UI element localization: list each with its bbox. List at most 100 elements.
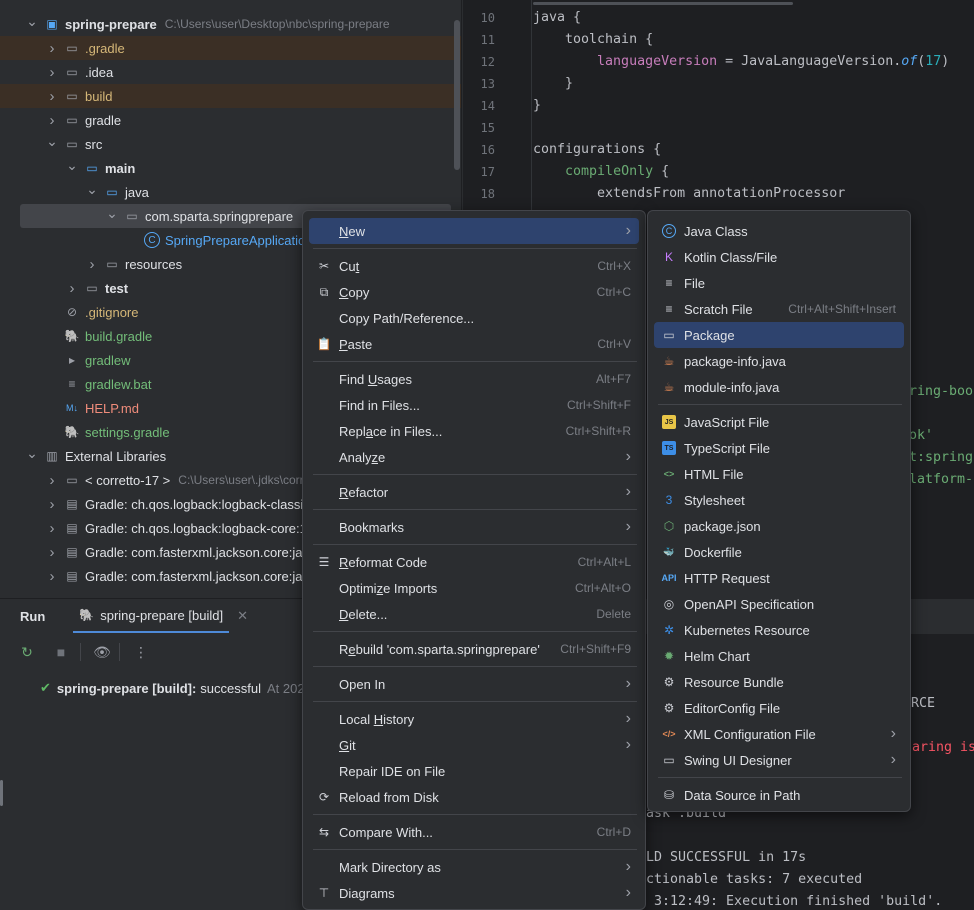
reload-icon: ⟳ [318,790,330,804]
chevron-right-icon[interactable]: › [44,520,60,537]
build-result-row[interactable]: ✔ spring-prepare [build]: successful At … [40,677,316,699]
menu-item-scratch-file[interactable]: ≡ Scratch File Ctrl+Alt+Shift+Insert [654,296,904,322]
chevron-right-icon[interactable]: › [44,40,60,57]
chevron-right-icon[interactable]: › [84,256,100,273]
code-line[interactable]: compileOnly { [533,161,669,183]
menu-item-new[interactable]: New › [309,218,639,244]
tree-row[interactable]: ⌄ ▭ main [0,156,461,180]
code-line[interactable]: toolchain { [533,29,653,51]
code-fragment: ring-boo [909,384,974,399]
code-line[interactable]: java { [533,7,581,29]
menu-item-package-info-java[interactable]: ☕ package-info.java [654,348,904,374]
tree-item-label: HELP.md [85,400,139,416]
stop-icon[interactable]: ■ [48,639,74,665]
tree-row[interactable]: › ▭ .idea [0,60,461,84]
menu-item-copy[interactable]: ⧉ Copy Ctrl+C [309,279,639,305]
menu-item-reformat-code[interactable]: ☰ Reformat Code Ctrl+Alt+L [309,549,639,575]
chevron-right-icon: › [625,884,631,901]
code-line[interactable]: languageVersion = JavaLanguageVersion.of… [533,51,949,73]
tree-row[interactable]: › ▭ .gradle [0,36,461,60]
run-config-tab[interactable]: 🐘 spring-prepare [build] [73,599,230,633]
close-tab-icon[interactable]: ✕ [237,608,248,624]
chevron-right-icon[interactable]: › [44,112,60,129]
menu-item-label: Kubernetes Resource [684,622,810,638]
menu-item-file[interactable]: ≡ File [654,270,904,296]
menu-item-http-request[interactable]: API HTTP Request [654,565,904,591]
menu-item-repair-ide-on-file[interactable]: Repair IDE on File [309,758,639,784]
menu-item-java-class[interactable]: C Java Class [654,218,904,244]
menu-item-copy-path-reference[interactable]: Copy Path/Reference... [309,305,639,331]
menu-item-editorconfig-file[interactable]: ⚙ EditorConfig File [654,695,904,721]
menu-item-helm-chart[interactable]: ✹ Helm Chart [654,643,904,669]
menu-item-bookmarks[interactable]: Bookmarks › [309,514,639,540]
menu-item-resource-bundle[interactable]: ⚙ Resource Bundle [654,669,904,695]
chevron-down-icon[interactable]: ⌄ [44,133,60,149]
menu-item-analyze[interactable]: Analyze › [309,444,639,470]
menu-item-find-usages[interactable]: Find Usages Alt+F7 [309,366,639,392]
chevron-down-icon[interactable]: ⌄ [84,181,100,197]
menu-item-typescript-file[interactable]: TS TypeScript File [654,435,904,461]
context-menu: New › ✂ Cut Ctrl+X ⧉ Copy Ctrl+C Copy Path/Refer… [302,210,646,910]
menu-item-kubernetes-resource[interactable]: ✲ Kubernetes Resource [654,617,904,643]
chevron-down-icon[interactable]: ⌄ [24,13,40,29]
chevron-down-icon[interactable]: ⌄ [24,445,40,461]
menu-item-openapi-specification[interactable]: ◎ OpenAPI Specification [654,591,904,617]
menu-item-diagrams[interactable]: ⊤ Diagrams › [309,880,639,906]
menu-item-compare-with[interactable]: ⇆ Compare With... Ctrl+D [309,819,639,845]
menu-item-refactor[interactable]: Refactor › [309,479,639,505]
line-number: 17 [480,165,495,179]
chevron-right-icon[interactable]: › [44,472,60,489]
menu-item-replace-in-files[interactable]: Replace in Files... Ctrl+Shift+R [309,418,639,444]
more-options-icon[interactable]: ⋮ [128,639,154,665]
menu-item-label: Optimize Imports [339,580,438,596]
chevron-right-icon[interactable]: › [44,88,60,105]
kubernetes-icon: ✲ [663,623,675,637]
chevron-right-icon[interactable]: › [44,544,60,561]
tree-row[interactable]: ⌄ ▭ java [0,180,461,204]
horizontal-scrollbar[interactable] [533,2,793,5]
cut-icon: ✂ [318,259,330,273]
menu-item-data-source-in-path[interactable]: ⛁ Data Source in Path [654,782,904,808]
menu-item-package[interactable]: ▭ Package [654,322,904,348]
code-line[interactable]: } [533,73,573,95]
menu-item-delete[interactable]: Delete... Delete [309,601,639,627]
vertical-scrollbar[interactable] [454,20,460,170]
tree-row[interactable]: › ▭ build [0,84,461,108]
menu-item-open-in[interactable]: Open In › [309,671,639,697]
menu-item-swing-ui-designer[interactable]: ▭ Swing UI Designer › [654,747,904,773]
menu-item-local-history[interactable]: Local History › [309,706,639,732]
code-line[interactable]: configurations { [533,139,661,161]
tree-row[interactable]: › ▭ gradle [0,108,461,132]
chevron-right-icon: › [890,751,896,768]
menu-item-cut[interactable]: ✂ Cut Ctrl+X [309,253,639,279]
rerun-icon[interactable]: ↻ [14,639,40,665]
menu-item-stylesheet[interactable]: 3 Stylesheet [654,487,904,513]
menu-item-rebuild-com-sparta-springprepare[interactable]: Rebuild 'com.sparta.springprepare' Ctrl+S… [309,636,639,662]
menu-item-paste[interactable]: 📋 Paste Ctrl+V [309,331,639,357]
menu-item-kotlin-class-file[interactable]: K Kotlin Class/File [654,244,904,270]
chevron-right-icon[interactable]: › [44,64,60,81]
chevron-right-icon[interactable]: › [64,280,80,297]
menu-item-module-info-java[interactable]: ☕ module-info.java [654,374,904,400]
menu-item-html-file[interactable]: <> HTML File [654,461,904,487]
chevron-down-icon[interactable]: ⌄ [64,157,80,173]
tree-row[interactable]: ⌄ ▭ src [0,132,461,156]
menu-item-xml-configuration-file[interactable]: </> XML Configuration File › [654,721,904,747]
chevron-right-icon[interactable]: › [44,568,60,585]
code-line[interactable]: extendsFrom annotationProcessor [533,183,845,205]
menu-item-optimize-imports[interactable]: Optimize Imports Ctrl+Alt+O [309,575,639,601]
menu-item-find-in-files[interactable]: Find in Files... Ctrl+Shift+F [309,392,639,418]
eye-icon[interactable]: 👁 [89,639,115,665]
menu-item-javascript-file[interactable]: JS JavaScript File [654,409,904,435]
chevron-right-icon[interactable]: › [44,496,60,513]
menu-item-reload-from-disk[interactable]: ⟳ Reload from Disk [309,784,639,810]
menu-item-git[interactable]: Git › [309,732,639,758]
code-line[interactable]: } [533,95,541,117]
menu-item-mark-directory-as[interactable]: Mark Directory as › [309,854,639,880]
ide-window: { "project_tree": { "rows": [ {"label":"… [0,0,974,910]
tree-row[interactable]: ⌄ ▣ spring-prepare C:\Users\user\Desktop\nb… [0,12,461,36]
menu-item-package-json[interactable]: ⬡ package.json [654,513,904,539]
chevron-down-icon[interactable]: ⌄ [104,205,120,221]
menu-item-dockerfile[interactable]: 🐳 Dockerfile [654,539,904,565]
